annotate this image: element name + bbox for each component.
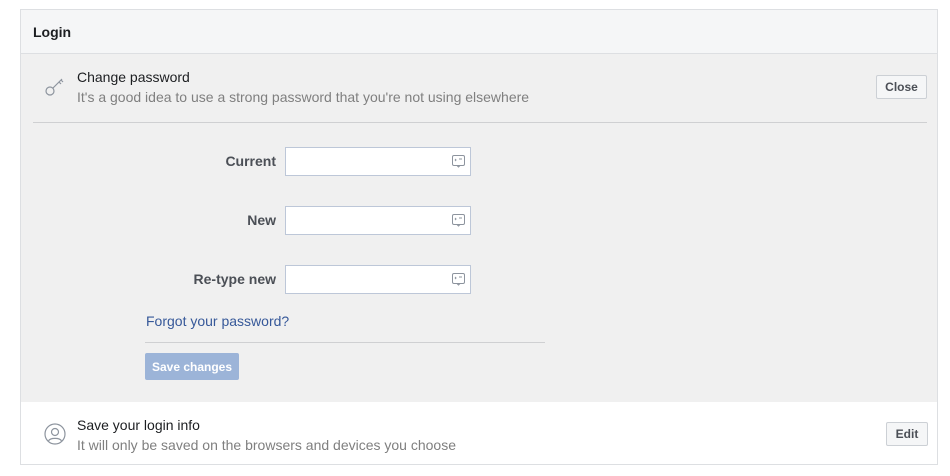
login-settings-panel: Login Change password It's a good idea t…	[20, 9, 938, 465]
person-icon	[43, 422, 67, 446]
change-password-title: Change password	[77, 69, 190, 85]
new-password-input[interactable]	[286, 207, 446, 234]
edit-button[interactable]: Edit	[886, 422, 928, 446]
retype-password-input[interactable]	[286, 266, 446, 293]
change-password-subtitle: It's a good idea to use a strong passwor…	[77, 89, 530, 105]
forgot-password-link[interactable]: Forgot your password?	[146, 313, 289, 329]
close-button[interactable]: Close	[876, 75, 927, 99]
section-header: Login	[21, 10, 937, 54]
retype-password-field[interactable]	[285, 265, 471, 294]
retype-password-label: Re-type new	[193, 271, 276, 287]
change-password-row: Change password It's a good idea to use …	[21, 54, 937, 122]
save-login-info-row: Save your login info It will only be sav…	[21, 402, 937, 464]
password-manager-icon[interactable]	[452, 214, 465, 227]
section-title: Login	[33, 24, 72, 40]
new-password-field[interactable]	[285, 206, 471, 235]
save-changes-button[interactable]: Save changes	[145, 353, 239, 380]
login-info-title: Save your login info	[77, 417, 200, 433]
change-password-section: Change password It's a good idea to use …	[21, 54, 937, 402]
current-password-label: Current	[225, 153, 276, 169]
new-password-label: New	[247, 212, 276, 228]
form-divider	[145, 342, 545, 343]
login-info-subtitle: It will only be saved on the browsers an…	[77, 437, 456, 453]
password-manager-icon[interactable]	[452, 273, 465, 286]
key-icon	[43, 74, 67, 98]
password-manager-icon[interactable]	[452, 155, 465, 168]
current-password-input[interactable]	[286, 148, 446, 175]
divider	[33, 122, 927, 123]
current-password-field[interactable]	[285, 147, 471, 176]
